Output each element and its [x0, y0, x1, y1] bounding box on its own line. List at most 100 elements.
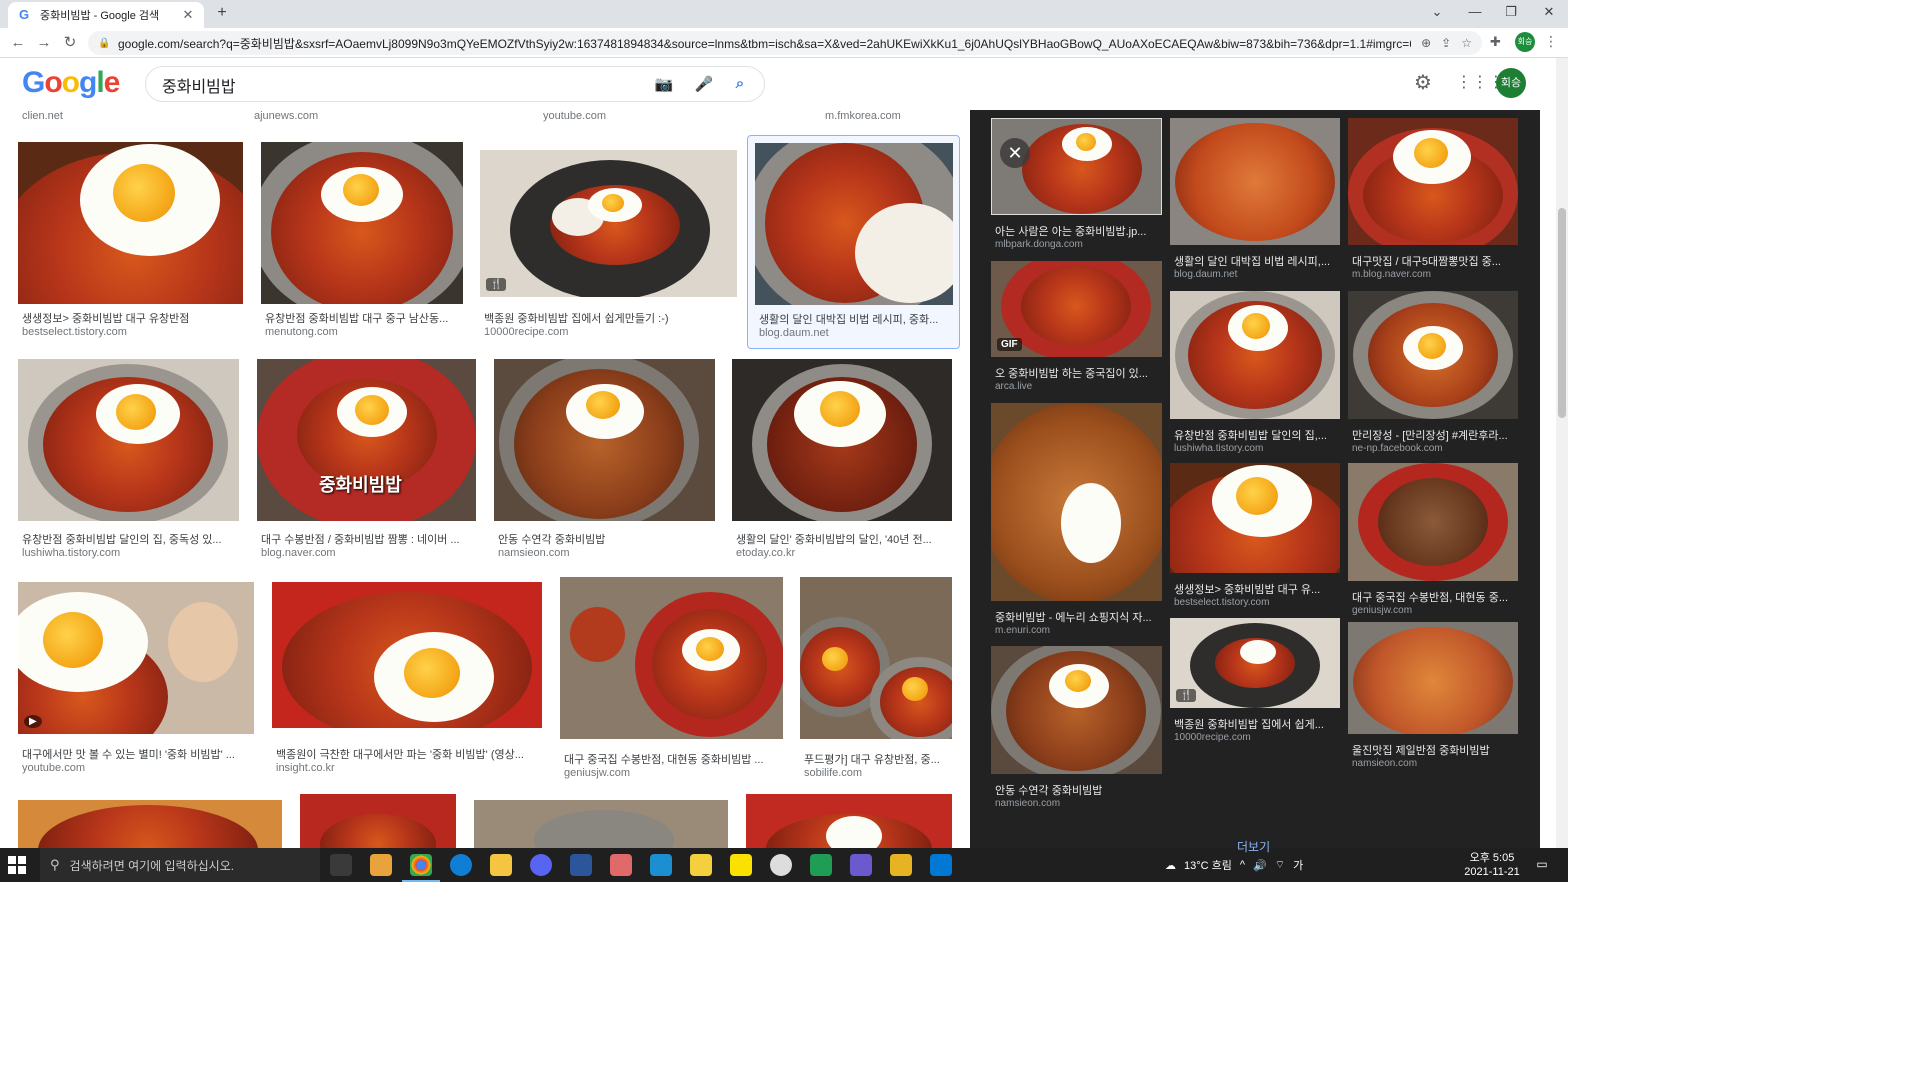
file-explorer-icon[interactable] — [490, 854, 512, 876]
camera-icon[interactable]: 📷 — [654, 75, 674, 95]
result-thumbnail[interactable]: ▶ — [18, 582, 254, 734]
result-caption[interactable]: 유창반점 중화비빔밥 달인의 집, 중독성 있... — [22, 531, 240, 547]
forward-icon[interactable]: → — [34, 33, 54, 53]
related-source[interactable]: lushiwha.tistory.com — [1174, 443, 1263, 454]
related-caption[interactable]: 유창반점 중화비빔밥 달인의 집,... — [1174, 427, 1342, 443]
settings-gear-icon[interactable]: ⚙ — [1411, 70, 1435, 94]
result-caption[interactable]: 안동 수연각 중화비빔밥 — [498, 531, 716, 547]
result-thumbnail[interactable] — [474, 800, 728, 848]
image-result[interactable] — [474, 800, 728, 848]
discord-icon[interactable] — [530, 854, 552, 876]
browser-menu-icon[interactable]: ⋮ — [1544, 33, 1558, 50]
related-caption[interactable]: 안동 수연각 중화비빔밥 — [995, 782, 1163, 798]
related-source[interactable]: mlbpark.donga.com — [995, 239, 1083, 250]
result-caption[interactable]: 생활의 달인' 중화비빔밥의 달인, '40년 전... — [736, 531, 954, 547]
restore-icon[interactable]: ❐ — [1496, 4, 1526, 24]
chrome-icon[interactable] — [402, 854, 440, 882]
zoom-icon[interactable]: ⊕ — [1421, 36, 1431, 50]
related-thumbnail[interactable] — [1348, 118, 1518, 245]
browser-profile-avatar[interactable]: 회승 — [1515, 32, 1535, 52]
related-image[interactable]: GIF 오 중화비빔밥 하는 중국집이 있... arca.live — [991, 261, 1163, 401]
result-caption[interactable]: 푸드평가] 대구 유창반점, 중... — [804, 751, 954, 767]
result-caption[interactable]: 생활의 달인 대박집 비법 레시피, 중화... — [759, 311, 954, 327]
related-caption[interactable]: 생활의 달인 대박집 비법 레시피,... — [1174, 253, 1342, 269]
related-image[interactable]: 유창반점 중화비빔밥 달인의 집,... lushiwha.tistory.co… — [1170, 291, 1342, 461]
result-source[interactable]: lushiwha.tistory.com — [22, 547, 120, 559]
close-preview-icon[interactable]: ✕ — [1000, 138, 1030, 168]
result-thumbnail[interactable] — [755, 143, 953, 305]
kakaotalk-icon[interactable] — [730, 854, 752, 876]
related-thumbnail[interactable] — [1170, 291, 1340, 419]
word-icon[interactable] — [570, 854, 592, 876]
related-source[interactable]: bestselect.tistory.com — [1174, 597, 1269, 608]
related-image[interactable]: 중화비빔밥 - 에누리 쇼핑지식 자... m.enuri.com — [991, 403, 1163, 643]
related-source[interactable]: namsieon.com — [1352, 758, 1417, 769]
result-caption[interactable]: 백종원이 극찬한 대구에서만 파는 '중화 비빔밥' (영상... — [276, 746, 544, 762]
window-close-icon[interactable]: ✕ — [1534, 4, 1564, 24]
app-icon[interactable] — [810, 854, 832, 876]
related-source[interactable]: m.enuri.com — [995, 625, 1050, 636]
result-thumbnail[interactable] — [800, 577, 952, 739]
scrollbar-thumb[interactable] — [1558, 208, 1566, 418]
result-source[interactable]: insight.co.kr — [276, 762, 335, 774]
related-thumbnail[interactable] — [1348, 291, 1518, 419]
more-results-link[interactable]: 더보기 — [1237, 838, 1270, 855]
result-thumbnail[interactable] — [18, 800, 282, 848]
related-image[interactable]: 울진맛집 제일반점 중화비빔밥 namsieon.com — [1348, 622, 1520, 782]
new-tab-icon[interactable]: + — [212, 4, 232, 24]
bookmark-star-icon[interactable]: ☆ — [1461, 36, 1472, 50]
taskbar-clock[interactable]: 오후 5:05 2021-11-21 — [1462, 851, 1522, 879]
image-result[interactable]: 백종원이 극찬한 대구에서만 파는 '중화 비빔밥' (영상... insigh… — [272, 582, 544, 782]
reload-icon[interactable]: ↻ — [60, 33, 80, 53]
obs-icon[interactable] — [770, 854, 792, 876]
edge-icon[interactable] — [450, 854, 472, 876]
related-image[interactable]: 생생정보> 중화비빔밥 대구 유... bestselect.tistory.c… — [1170, 463, 1342, 613]
related-image[interactable]: 만리장성 - [만리장성] #계란후라... ne-np.facebook.co… — [1348, 291, 1520, 461]
volume-icon[interactable]: 🔊 — [1253, 859, 1267, 872]
result-source[interactable]: sobilife.com — [804, 767, 862, 779]
related-thumbnail[interactable] — [1170, 118, 1340, 245]
image-result[interactable]: 생생정보> 중화비빔밥 대구 유창반점 bestselect.tistory.c… — [18, 142, 244, 342]
apps-grid-icon[interactable]: ⋮⋮⋮ — [1456, 72, 1504, 92]
related-caption[interactable]: 대구 중국집 수봉반점, 대현동 중... — [1352, 589, 1520, 605]
result-source[interactable]: etoday.co.kr — [736, 547, 795, 559]
result-thumbnail[interactable] — [746, 794, 952, 848]
image-result[interactable]: 중화비빔밥 대구 수봉반점 / 중화비빔밥 짬뽕 : 네이버 ... blog.… — [257, 359, 479, 559]
image-result[interactable]: 안동 수연각 중화비빔밥 namsieon.com — [494, 359, 716, 559]
result-thumbnail[interactable] — [560, 577, 783, 739]
result-caption[interactable]: 대구에서만 맛 볼 수 있는 별미! '중화 비빔밥' ... — [22, 746, 252, 762]
related-thumbnail[interactable] — [1348, 463, 1518, 581]
result-source[interactable]: blog.daum.net — [759, 327, 829, 339]
back-icon[interactable]: ← — [8, 33, 28, 53]
image-result[interactable]: ▶ 대구에서만 맛 볼 수 있는 별미! '중화 비빔밥' ... youtub… — [18, 582, 256, 782]
related-source[interactable]: blog.daum.net — [1174, 269, 1237, 280]
related-caption[interactable]: 오 중화비빔밥 하는 중국집이 있... — [995, 365, 1163, 381]
task-view-icon[interactable] — [330, 854, 352, 876]
related-thumbnail[interactable]: GIF — [991, 261, 1162, 357]
related-caption[interactable]: 대구맛집 / 대구5대짬뽕맛집 중... — [1352, 253, 1520, 269]
result-source[interactable]: m.fmkorea.com — [825, 110, 901, 122]
related-thumbnail[interactable]: 🍴 — [1170, 618, 1340, 708]
image-result[interactable] — [300, 794, 456, 848]
language-icon[interactable]: 가 — [1293, 857, 1303, 873]
taskbar-search[interactable]: ⚲ 검색하려면 여기에 입력하십시오. — [40, 848, 320, 882]
notification-icon[interactable]: ▭ — [1534, 857, 1550, 873]
related-thumbnail[interactable] — [991, 403, 1162, 601]
related-source[interactable]: m.blog.naver.com — [1352, 269, 1431, 280]
omnibox[interactable]: 🔒 google.com/search?q=중화비빔밥&sxsrf=AOaemv… — [88, 31, 1482, 55]
result-source[interactable]: blog.naver.com — [261, 547, 336, 559]
result-thumbnail[interactable]: 🍴 — [480, 150, 737, 297]
result-caption[interactable]: 생생정보> 중화비빔밥 대구 유창반점 — [22, 310, 242, 326]
result-source[interactable]: clien.net — [22, 110, 63, 122]
related-caption[interactable]: 백종원 중화비빔밥 집에서 쉽게... — [1174, 716, 1342, 732]
result-source[interactable]: 10000recipe.com — [484, 326, 568, 338]
browser-tab[interactable]: G 중화비빔밥 - Google 검색 ✕ — [8, 2, 204, 28]
related-caption[interactable]: 만리장성 - [만리장성] #계란후라... — [1352, 427, 1520, 443]
result-source[interactable]: youtube.com — [543, 110, 606, 122]
result-thumbnail[interactable] — [18, 359, 239, 521]
result-caption[interactable]: 유창반점 중화비빔밥 대구 중구 남산동... — [265, 310, 463, 326]
related-source[interactable]: geniusjw.com — [1352, 605, 1412, 616]
extensions-icon[interactable]: ✚ — [1490, 34, 1506, 50]
image-result-selected[interactable]: 생활의 달인 대박집 비법 레시피, 중화... blog.daum.net — [747, 135, 960, 349]
result-thumbnail[interactable]: 중화비빔밥 — [257, 359, 476, 521]
